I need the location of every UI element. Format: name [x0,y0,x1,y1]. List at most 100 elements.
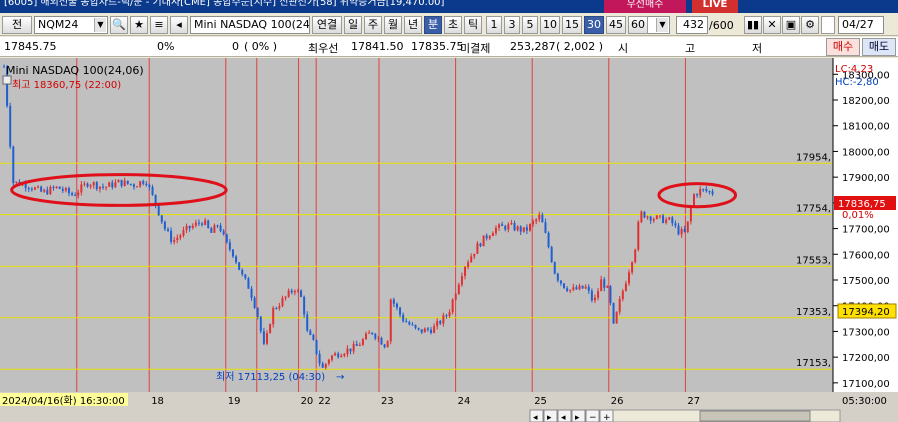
level-label: 17353, [796,307,831,318]
collapse-icon[interactable] [2,75,12,85]
candle-body [482,235,485,247]
interval-button-5[interactable]: 5 [522,16,538,34]
candle-body [538,214,541,220]
save-icon[interactable]: ▣ [782,16,800,34]
candle-body [290,290,293,293]
candle-body [293,290,296,293]
buy-order-button[interactable]: 매수 [826,38,860,56]
candle-body [132,184,135,187]
candle-body [522,227,525,232]
candle-body [491,233,494,237]
change-paren: ( 0% ) [244,40,278,53]
candle-body [603,279,606,288]
scrollbar-thumb [699,410,811,422]
favorite-icon[interactable]: ★ [130,16,148,34]
period-button-1[interactable]: 주 [364,16,382,34]
candle-body [247,278,250,289]
count-input[interactable]: 432 [676,16,708,34]
priority-buy-button[interactable]: 우선매수 [604,0,686,13]
candle-body [439,321,442,324]
speaker-icon[interactable]: ◂ [170,16,188,34]
candle-body [457,284,460,295]
date-checkbox[interactable] [821,16,835,34]
scrollbar-arrow-icon: − [589,413,597,422]
period-button-2[interactable]: 월 [384,16,402,34]
interval-button-1[interactable]: 1 [486,16,502,34]
price-chart[interactable]: 17954, 17754, 17553, 17353, 17153, 18300,00 1… [0,58,898,422]
hc-label: HC:-2,80 [835,77,879,88]
candle-body [711,191,714,195]
interval-button-30[interactable]: 30 [584,16,604,34]
candle-body [597,291,600,298]
candle-body [699,188,702,196]
candle-body [386,341,389,348]
period-button-6[interactable]: 틱 [464,16,482,34]
candle-body [467,262,470,267]
period-button-4[interactable]: 분 [424,16,442,34]
candle-body [3,66,5,68]
candle-body [111,182,114,188]
candle-body [377,337,380,339]
candle-body [52,186,55,189]
candle-body [117,179,120,183]
indicator-icon[interactable]: ▮▮ [744,16,762,34]
live-button[interactable]: LIVE [692,0,738,13]
candle-body [665,219,668,223]
candle-body [250,288,253,298]
candle-body [46,189,49,195]
settings-icon[interactable]: ⚙ [801,16,819,34]
sell-order-button[interactable]: 매도 [862,38,896,56]
interval-button-45[interactable]: 45 [606,16,626,34]
chevron-down-icon[interactable]: ▼ [94,18,106,32]
candle-body [225,234,228,243]
interval-button-10[interactable]: 10 [540,16,560,34]
candle-body [327,359,330,364]
candle-body [238,262,241,270]
period-button-5[interactable]: 초 [444,16,462,34]
interval-button-3[interactable]: 3 [504,16,520,34]
candle-body [253,297,256,308]
candle-body [423,328,426,333]
symbol-input[interactable]: NQM24 ▼ [34,16,108,34]
candle-body [170,230,173,242]
low-annotation: 최저 17113,25 (04:30) [216,371,325,383]
candle-body [15,181,18,183]
candle-body [43,189,46,192]
candle-body [98,186,101,189]
interval-button-60[interactable]: 60 [628,16,648,34]
candle-body [334,353,337,356]
chevron-down-icon[interactable]: ▼ [656,18,668,32]
mode-select[interactable]: 전 [2,16,32,34]
candle-body [222,231,225,235]
candle-body [631,262,634,273]
candle-body [402,314,405,322]
candle-body [33,187,36,190]
chart-svg[interactable]: 17954,17754,17553,17353,17153, 18300,001… [0,58,898,422]
candle-body [649,216,652,221]
interval-button-15[interactable]: 15 [562,16,582,34]
candle-body [83,183,86,185]
y-tick-label: 17900,00 [842,173,890,184]
candle-body [61,188,64,191]
candle-body [705,189,708,192]
candle-body [628,272,631,284]
horizontal-scrollbar[interactable]: ◂ ▸ ◂ ▸ − + [529,409,841,422]
period-button-3[interactable]: 년 [404,16,422,34]
scrollbar-arrow-icon: + [603,413,611,422]
candle-body [321,363,324,368]
search-icon[interactable]: 🔍 [110,16,128,34]
drawing-icon[interactable]: ✕ [763,16,781,34]
candle-body [550,247,553,263]
date-input[interactable]: 04/27 [838,16,884,34]
candle-body [655,215,658,219]
link-button[interactable]: 연결 [312,16,342,34]
candle-body [185,225,188,231]
chart-window: [6005] 해외선물 종합차트-틱/분 - 기대사[CME] 종합주문[지수]… [0,0,898,422]
period-button-0[interactable]: 일 [344,16,362,34]
candle-body [408,322,411,325]
y-tick-label: 18200,00 [842,96,890,107]
candle-body [433,326,436,333]
candle-body [37,186,40,188]
list-icon[interactable]: ≡ [150,16,168,34]
candle-body [330,355,333,360]
